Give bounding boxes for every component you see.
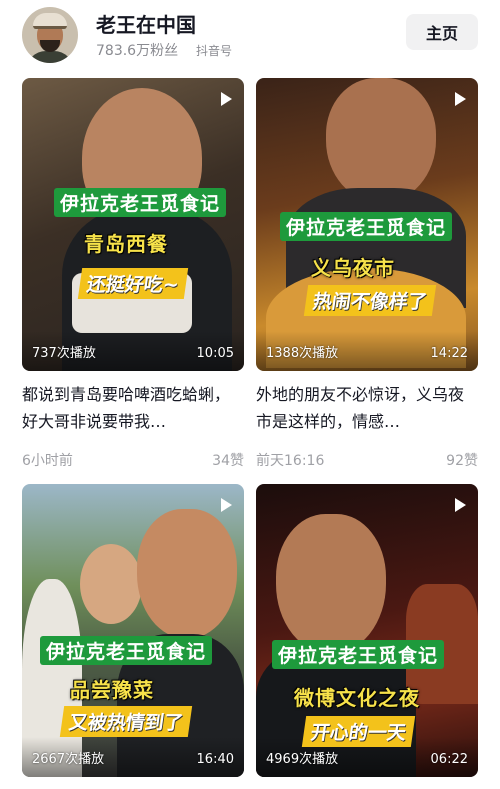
video-card[interactable]: 伊拉克老王觅食记 微博文化之夜 开心的一天 4969次播放 06:22 <box>256 484 478 777</box>
profile-name[interactable]: 老王在中国 <box>96 9 196 38</box>
home-button[interactable]: 主页 <box>406 14 478 50</box>
thumbnail-friend-face <box>80 544 142 624</box>
profile-header: 老王在中国 783.6万粉丝 抖音号 主页 <box>0 0 500 72</box>
video-title[interactable]: 外地的朋友不必惊讶，义乌夜市是这样的，情感… <box>256 381 478 435</box>
post-time: 6小时前 <box>22 453 73 469</box>
video-thumbnail[interactable]: 伊拉克老王觅食记 青岛西餐 还挺好吃~ 737次播放 10:05 <box>22 78 244 371</box>
play-icon <box>455 92 466 106</box>
tag-caption: 热闹不像样了 <box>303 285 437 316</box>
series-caption: 伊拉克老王觅食记 <box>40 636 213 665</box>
video-thumbnail[interactable]: 伊拉克老王觅食记 品尝豫菜 又被热情到了 2667次播放 16:40 <box>22 484 244 777</box>
place-caption: 义乌夜市 <box>311 256 395 280</box>
tag-caption: 又被热情到了 <box>59 706 193 737</box>
video-duration: 16:40 <box>196 752 234 767</box>
video-duration: 14:22 <box>430 346 468 361</box>
avatar-hat <box>33 13 67 29</box>
video-card[interactable]: 伊拉克老王觅食记 青岛西餐 还挺好吃~ 737次播放 10:05 都说到青岛要哈… <box>22 78 244 476</box>
tag-caption: 还挺好吃~ <box>77 268 189 299</box>
fan-count: 783.6万粉丝 <box>96 43 179 59</box>
play-icon <box>221 92 232 106</box>
play-count: 737次播放 <box>32 346 96 361</box>
post-time: 前天16:16 <box>256 453 325 469</box>
video-thumbnail[interactable]: 伊拉克老王觅食记 微博文化之夜 开心的一天 4969次播放 06:22 <box>256 484 478 777</box>
video-duration: 06:22 <box>430 752 468 767</box>
video-card[interactable]: 伊拉克老王觅食记 义乌夜市 热闹不像样了 1388次播放 14:22 外地的朋友… <box>256 78 478 476</box>
play-icon <box>455 498 466 512</box>
play-count: 4969次播放 <box>266 752 339 767</box>
thumbnail-face <box>276 514 386 654</box>
like-count: 34赞 <box>212 453 244 469</box>
series-caption: 伊拉克老王觅食记 <box>280 212 453 241</box>
play-count: 1388次播放 <box>266 346 339 361</box>
place-caption: 品尝豫菜 <box>70 678 154 702</box>
thumbnail-face <box>326 78 436 203</box>
play-icon <box>221 498 232 512</box>
video-card[interactable]: 伊拉克老王觅食记 品尝豫菜 又被热情到了 2667次播放 16:40 <box>22 484 244 777</box>
place-caption: 青岛西餐 <box>84 232 168 256</box>
play-count: 2667次播放 <box>32 752 105 767</box>
tag-caption: 开心的一天 <box>301 716 416 747</box>
video-duration: 10:05 <box>196 346 234 361</box>
thumbnail-face <box>137 509 237 639</box>
video-thumbnail[interactable]: 伊拉克老王觅食记 义乌夜市 热闹不像样了 1388次播放 14:22 <box>256 78 478 371</box>
series-caption: 伊拉克老王觅食记 <box>54 188 227 217</box>
place-caption: 微博文化之夜 <box>294 686 420 710</box>
avatar-shirt <box>26 51 74 63</box>
platform-label: 抖音号 <box>196 44 233 58</box>
video-title[interactable]: 都说到青岛要哈啤酒吃蛤蜊，好大哥非说要带我… <box>22 381 244 435</box>
avatar[interactable] <box>22 7 78 63</box>
like-count: 92赞 <box>446 453 478 469</box>
series-caption: 伊拉克老王觅食记 <box>272 640 445 669</box>
